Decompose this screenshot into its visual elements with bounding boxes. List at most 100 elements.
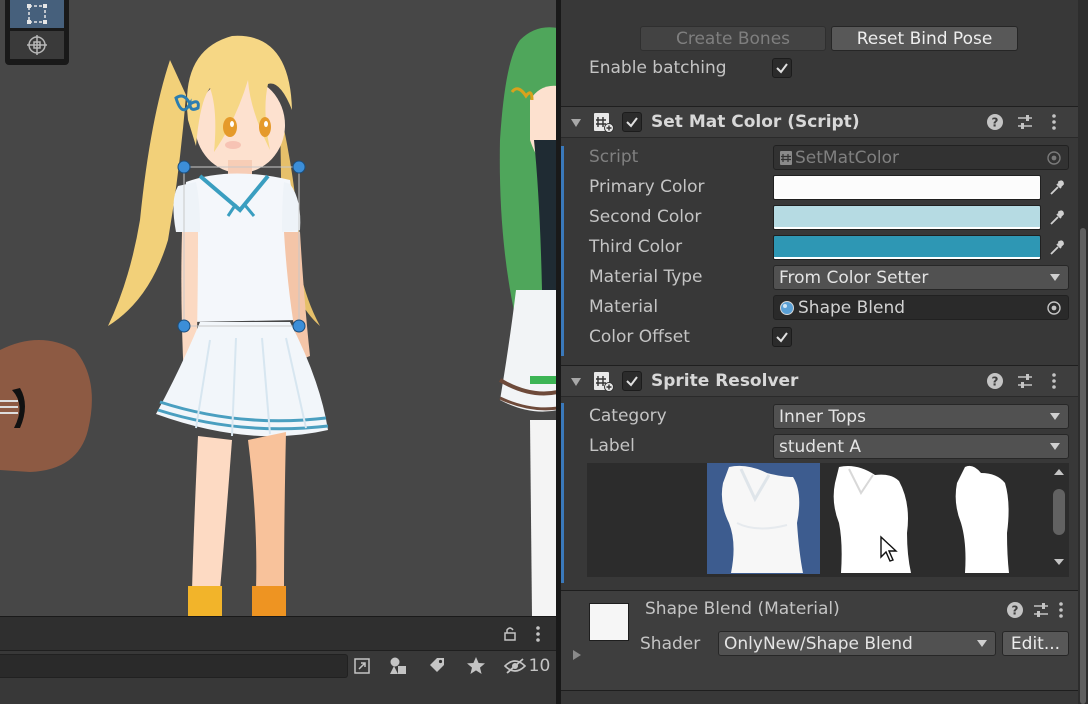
tag-icon [430,658,444,672]
kebab-menu-icon[interactable] [1049,372,1059,390]
primary-eyedropper-button[interactable] [1045,175,1069,200]
alpha-bar [774,197,1040,199]
material-type-value: From Color Setter [779,267,929,288]
lock-icon[interactable] [502,626,518,642]
script-label: Script [589,147,639,167]
svg-text:?: ? [992,375,999,389]
presets-icon[interactable] [1016,113,1034,131]
eye-slash-icon [503,658,526,674]
third-eyedropper-button[interactable] [1045,235,1069,260]
sprite-cell[interactable] [947,463,1060,574]
component-title: Set Mat Color (Script) [651,112,860,132]
enable-batching-label: Enable batching [589,58,727,78]
help-icon[interactable]: ? [986,113,1004,131]
transform-tool-button[interactable] [10,31,64,59]
favorites-button[interactable] [464,653,488,679]
scene-view[interactable] [0,0,558,616]
hidden-packages-button[interactable]: 10 [502,653,552,679]
object-picker-icon[interactable] [1045,299,1063,317]
primary-color-swatch [774,176,1040,197]
transform-tool-icon [27,35,47,55]
svg-text:?: ? [992,116,999,130]
second-color-label: Second Color [589,207,702,227]
sprite-cell[interactable] [827,463,940,574]
sprite-resolver-enabled-checkbox[interactable] [622,371,642,391]
character-green [498,27,558,616]
chevron-down-icon [1050,443,1060,450]
project-search-input[interactable] [0,654,348,678]
label-value: student A [779,436,862,457]
set-mat-color-enabled-checkbox[interactable] [622,112,642,132]
alpha-bar [774,227,1040,229]
project-panel: 10 [0,616,556,704]
shirt-sprite-icon [955,465,1009,573]
rect-tool-button[interactable] [10,0,64,28]
foldout-arrow-icon[interactable] [570,376,582,388]
material-type-label: Material Type [589,267,703,287]
material-type-dropdown[interactable]: From Color Setter [773,265,1069,290]
sprite-selection-grid[interactable] [587,463,1069,577]
chevron-down-icon [1050,274,1060,281]
kebab-menu-icon[interactable] [1049,113,1059,131]
script-value: SetMatColor [795,147,900,168]
material-value: Shape Blend [798,297,906,318]
edit-shader-button[interactable]: Edit... [1002,631,1069,656]
scene-canvas [0,27,558,616]
mouse-cursor-icon [880,535,898,562]
rect-tool-icon [27,4,47,24]
filter-by-type-button[interactable] [386,653,410,679]
checkmark-icon [626,376,638,387]
eyedropper-icon [1050,179,1064,195]
third-color-field[interactable] [773,235,1041,260]
reset-bind-pose-button[interactable]: Reset Bind Pose [831,26,1018,51]
material-sphere-icon [780,300,794,315]
color-offset-checkbox[interactable] [772,327,792,347]
second-eyedropper-button[interactable] [1045,205,1069,230]
object-picker-icon[interactable] [1045,149,1063,167]
foldout-arrow-icon[interactable] [570,117,582,129]
scrollbar-thumb[interactable] [1080,228,1086,704]
inspector-scrollbar[interactable] [1078,0,1088,704]
checkmark-icon [776,63,788,74]
scroll-down-icon[interactable] [1049,557,1069,567]
scroll-up-icon[interactable] [1049,467,1069,477]
label-dropdown[interactable]: student A [773,434,1069,459]
chevron-down-icon [977,640,987,647]
foldout-right-arrow-icon[interactable] [571,649,583,661]
primary-color-field[interactable] [773,175,1041,200]
filter-by-label-button[interactable] [425,653,449,679]
category-dropdown[interactable]: Inner Tops [773,404,1069,429]
sprite-cell[interactable] [707,463,820,574]
create-bones-button[interactable]: Create Bones [640,26,826,51]
help-icon[interactable]: ? [1006,601,1024,619]
material-preview-thumbnail [589,603,629,641]
search-filter-icon [354,658,370,674]
sprite-resolver-header[interactable]: Sprite Resolver ? [561,365,1078,397]
primary-color-label: Primary Color [589,177,705,197]
inspector-footer [561,690,1078,704]
star-icon [467,657,485,674]
component-title: Sprite Resolver [651,371,799,391]
search-by-type-button[interactable] [350,653,374,679]
third-color-swatch [774,236,1040,257]
material-field[interactable]: Shape Blend [773,295,1069,320]
material-title: Shape Blend (Material) [645,599,840,619]
sprite-grid-scrollbar[interactable] [1049,463,1069,577]
checkmark-icon [776,332,788,343]
presets-icon[interactable] [1032,601,1050,619]
material-section: Shape Blend (Material) ? Shader OnlyNew/… [561,590,1078,690]
kebab-menu-icon[interactable] [533,625,543,643]
enable-batching-checkbox[interactable] [772,58,792,78]
shader-value: OnlyNew/Shape Blend [724,633,913,654]
shader-label: Shader [640,634,701,654]
presets-icon[interactable] [1016,372,1034,390]
color-offset-label: Color Offset [589,327,690,347]
help-icon[interactable]: ? [986,372,1004,390]
set-mat-color-header[interactable]: Set Mat Color (Script) ? [561,106,1078,138]
scrollbar-thumb[interactable] [1053,489,1065,535]
kebab-menu-icon[interactable] [1056,601,1066,619]
second-color-field[interactable] [773,205,1041,230]
guitar-prop [0,340,92,472]
eyedropper-icon [1050,239,1064,255]
shader-dropdown[interactable]: OnlyNew/Shape Blend [718,631,996,656]
